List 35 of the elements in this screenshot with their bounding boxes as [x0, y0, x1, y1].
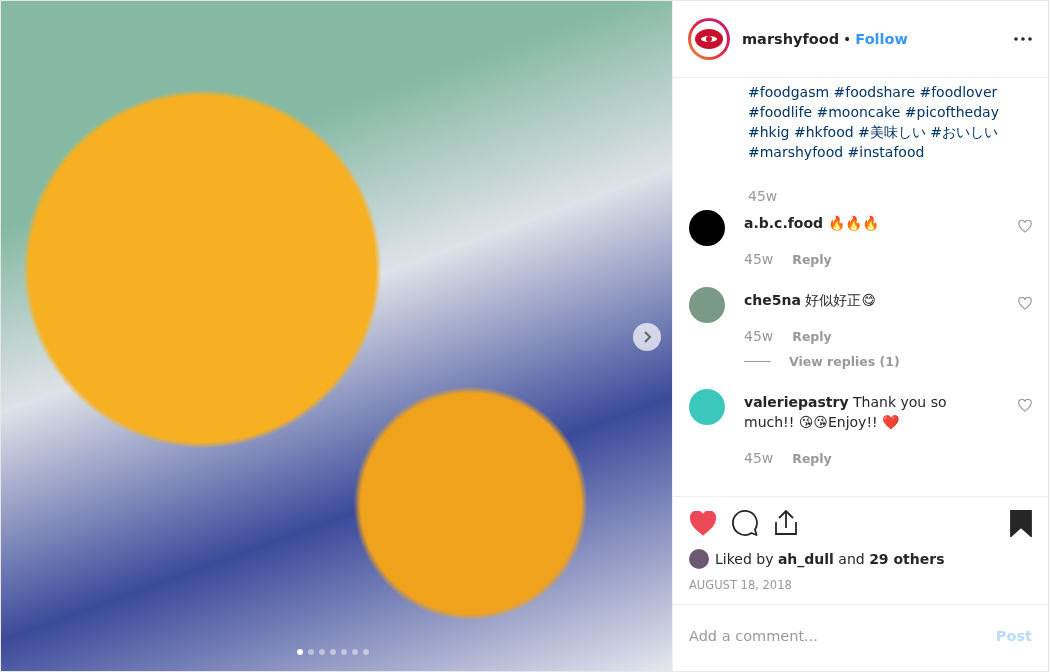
username[interactable]: marshyfood [742, 31, 840, 47]
more-options-icon[interactable] [1014, 37, 1032, 41]
profile-avatar[interactable] [688, 18, 730, 60]
carousel-dot[interactable] [329, 649, 336, 655]
carousel-dot[interactable] [362, 649, 369, 655]
comment-text: a.b.c.food 🔥🔥🔥 [744, 214, 880, 233]
comment-text: valeriepastry Thank you so much!! 😘😘Enjoy!! ❤ [744, 393, 948, 432]
carousel-dot[interactable] [296, 649, 303, 655]
chevron-right-icon [642, 331, 652, 343]
comment-time: 45w [744, 328, 774, 344]
carousel-dot[interactable] [318, 649, 325, 655]
carousel-dot[interactable] [351, 649, 358, 655]
hashtag-line[interactable]: #marshyfood #instafood [748, 142, 1032, 162]
heart-icon[interactable] [1018, 297, 1032, 311]
post-time: 45w [748, 188, 778, 204]
share-icon[interactable] [773, 509, 799, 537]
hashtag-line[interactable]: #foodgasm #foodshare #foodlover [748, 82, 1032, 102]
bookmark-icon[interactable] [1010, 509, 1032, 537]
liker-avatar[interactable] [689, 549, 709, 569]
carousel-dot[interactable] [307, 649, 314, 655]
comment-text: che5na 好似好正😋 [744, 291, 877, 310]
heart-icon[interactable] [689, 510, 717, 536]
heart-icon[interactable] [1018, 220, 1032, 234]
heart-icon[interactable] [1018, 399, 1032, 413]
hashtag-line[interactable]: #hkig #hkfood #美味しい #おいしい [748, 122, 1032, 142]
hashtag-line[interactable]: #foodlife #mooncake #picoftheday [748, 102, 1032, 122]
carousel-dot[interactable] [340, 649, 347, 655]
comment-time: 45w [744, 251, 774, 267]
next-button[interactable] [633, 323, 661, 351]
post-date: AUGUST 18, 2018 [689, 578, 792, 592]
separator-dot: • [843, 31, 852, 47]
commenter-avatar[interactable] [689, 210, 725, 246]
likes-text[interactable]: Liked by ah_dull and 29 others [715, 551, 945, 567]
comment-icon[interactable] [731, 509, 759, 537]
comment-time: 45w [744, 450, 774, 466]
